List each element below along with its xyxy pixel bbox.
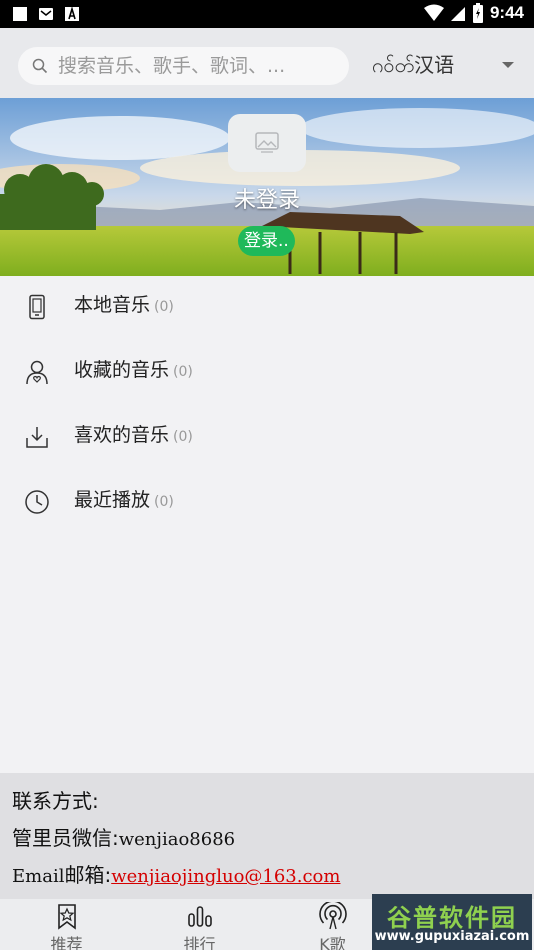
tab-label: 推荐 <box>50 935 83 950</box>
contact-wechat: 管里员微信:wenjiao8686 <box>12 820 522 857</box>
mail-icon <box>39 8 53 20</box>
wechat-label: 管里员微信: <box>12 826 119 850</box>
star-bookmark-icon <box>57 904 76 930</box>
library-menu: 本地音乐 (0) 收藏的音乐 (0) 喜欢的音乐 (0) 最近播放 (0) <box>0 276 534 536</box>
tab-label: 排行 <box>183 935 216 950</box>
watermark-logo: 谷普软件园 www.gupuxiazai.com <box>372 894 532 950</box>
square-icon <box>13 7 27 21</box>
download-icon <box>26 427 48 448</box>
user-heart-icon <box>26 360 48 385</box>
search-box[interactable] <box>18 47 349 85</box>
menu-count: (0) <box>173 429 193 445</box>
wifi-icon <box>423 4 444 21</box>
signal-icon <box>450 7 465 21</box>
menu-label: 喜欢的音乐 (0) <box>74 424 193 446</box>
wechat-value: wenjiao8686 <box>118 829 236 850</box>
dropdown-caret-icon <box>502 62 514 68</box>
menu-item-collected-music[interactable]: 收藏的音乐 (0) <box>0 341 534 406</box>
status-bar: 9:44 <box>0 0 534 28</box>
email-label: 邮箱: <box>64 863 112 887</box>
broadcast-icon <box>318 902 347 930</box>
menu-label: 最近播放 (0) <box>74 489 174 511</box>
image-placeholder-icon <box>255 132 279 153</box>
avatar[interactable] <box>228 114 306 172</box>
profile-banner: 未登录 登录.. <box>0 98 534 276</box>
contact-info: 联系方式: 管里员微信:wenjiao8686 Email邮箱:wenjiaoj… <box>0 773 534 899</box>
bars-chart-icon <box>187 906 212 927</box>
watermark-title: 谷普软件园 <box>387 904 517 932</box>
watermark-url: www.gupuxiazai.com <box>374 929 530 944</box>
search-icon <box>32 58 48 74</box>
menu-label: 收藏的音乐 (0) <box>74 359 193 381</box>
clock-time: 9:44 <box>489 3 524 22</box>
battery-icon <box>472 3 483 23</box>
contact-heading: 联系方式: <box>12 789 99 813</box>
search-input[interactable] <box>58 55 328 77</box>
contact-email: Email邮箱:wenjiaojingluo@163.com <box>12 857 522 894</box>
language-selected: ဂဝ်တ်汉语 <box>372 52 455 77</box>
menu-count: (0) <box>173 364 193 380</box>
email-link[interactable]: wenjiaojingluo@163.com <box>111 866 340 887</box>
app-a-icon <box>65 6 79 21</box>
menu-item-liked-music[interactable]: 喜欢的音乐 (0) <box>0 406 534 471</box>
clock-icon <box>25 490 49 514</box>
menu-label: 本地音乐 (0) <box>74 294 174 316</box>
menu-count: (0) <box>154 494 174 510</box>
menu-item-local-music[interactable]: 本地音乐 (0) <box>0 276 534 341</box>
login-button[interactable]: 登录.. <box>238 226 295 256</box>
phone-icon <box>29 294 45 320</box>
email-label-latin: Email <box>12 866 65 887</box>
top-bar: ဂဝ်တ်汉语 <box>0 28 534 98</box>
login-status-text: 未登录 <box>233 188 300 213</box>
tab-ranking[interactable]: 排行 <box>133 899 266 950</box>
language-select[interactable]: ဂဝ်တ်汉语 <box>372 48 522 82</box>
menu-count: (0) <box>154 299 174 315</box>
menu-item-recent-play[interactable]: 最近播放 (0) <box>0 471 534 536</box>
tab-recommend[interactable]: 推荐 <box>0 899 133 950</box>
